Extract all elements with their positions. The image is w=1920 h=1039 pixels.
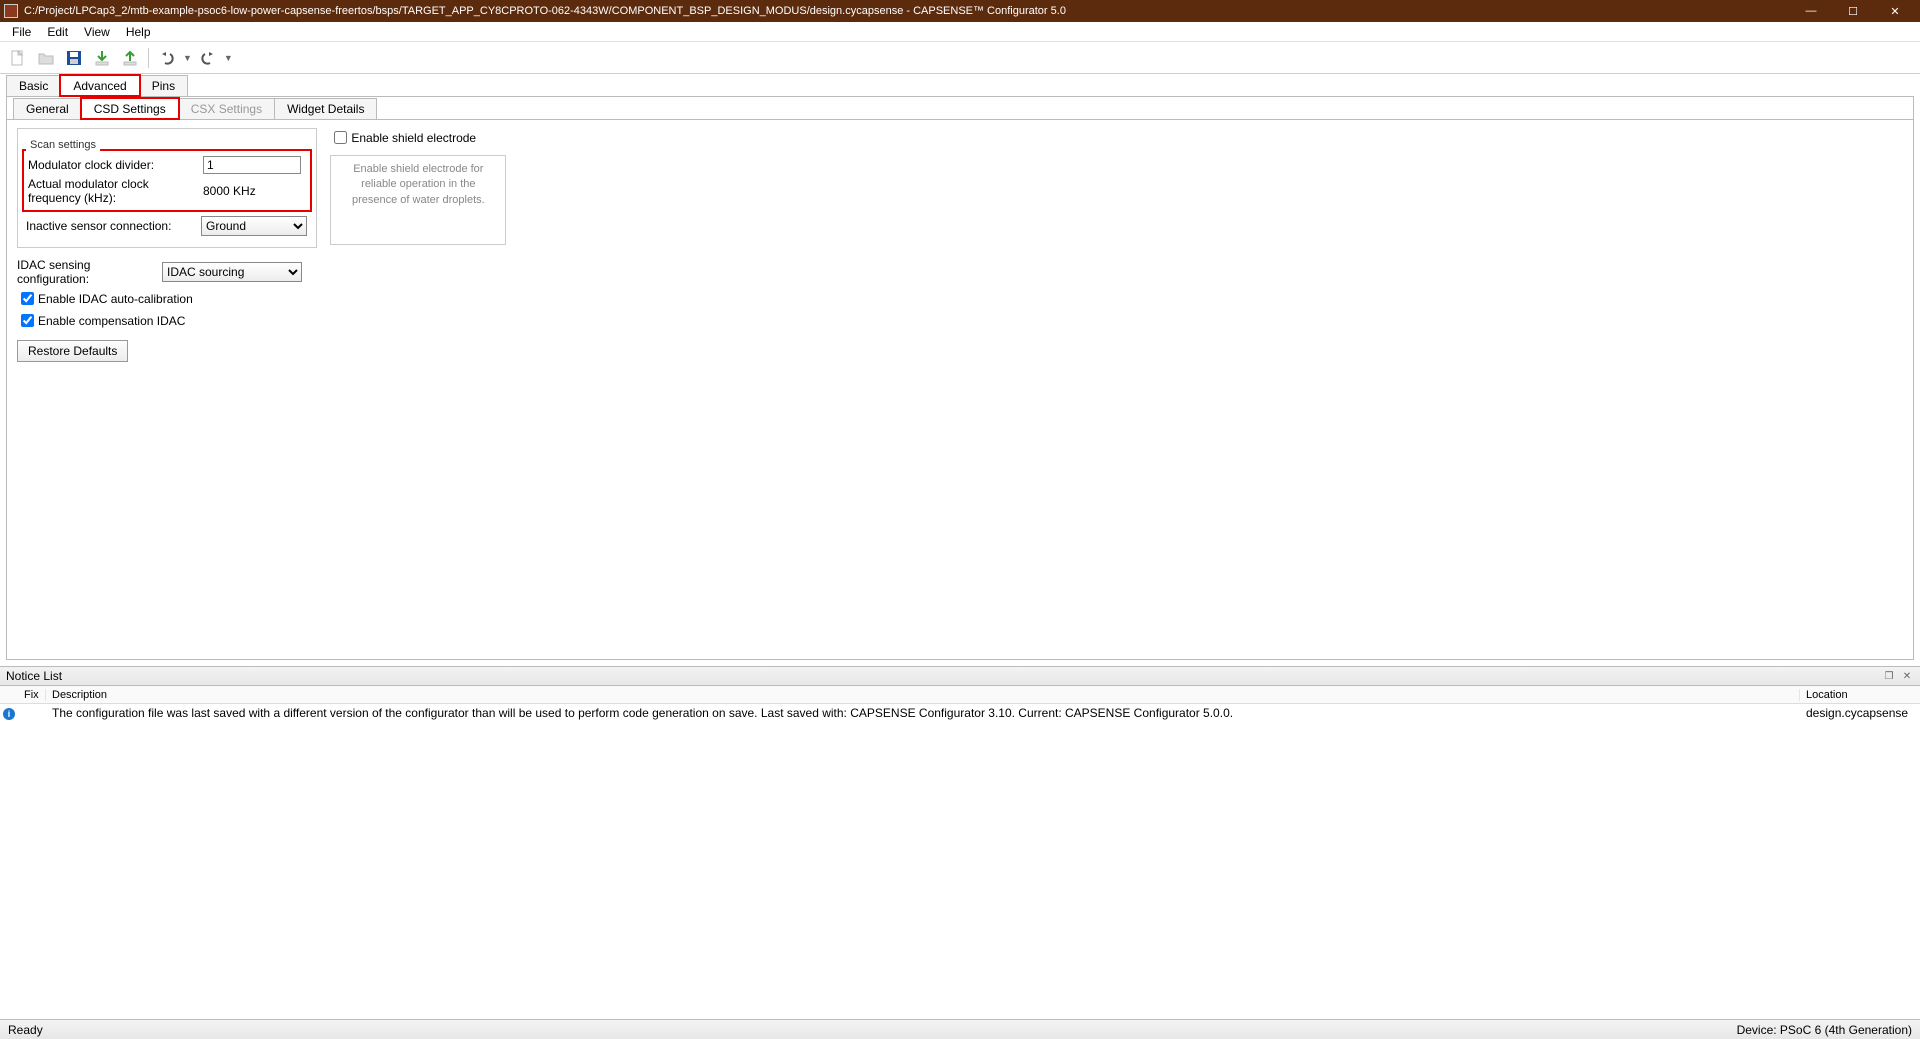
export-icon[interactable]	[118, 46, 142, 70]
open-file-icon[interactable]	[34, 46, 58, 70]
actual-mod-freq-value: 8000 KHz	[203, 184, 256, 198]
enable-shield-checkbox[interactable]	[334, 131, 347, 144]
idac-auto-calibration-label: Enable IDAC auto-calibration	[38, 292, 193, 306]
shield-description: Enable shield electrode for reliable ope…	[339, 162, 497, 208]
notice-table: Fix Description Location i The configura…	[0, 686, 1920, 806]
tab-basic[interactable]: Basic	[6, 75, 61, 96]
app-icon	[4, 4, 18, 18]
menu-help[interactable]: Help	[118, 23, 159, 41]
import-icon[interactable]	[90, 46, 114, 70]
toolbar: ▼ ▼	[0, 42, 1920, 74]
idac-sensing-label: IDAC sensing configuration:	[17, 258, 162, 286]
tab-pins[interactable]: Pins	[139, 75, 188, 96]
mod-clock-divider-input[interactable]	[203, 156, 301, 174]
menu-bar: File Edit View Help	[0, 22, 1920, 42]
sub-tabs: General CSD Settings CSX Settings Widget…	[7, 97, 1913, 119]
notice-popout-icon[interactable]: ❐	[1882, 671, 1896, 682]
idac-sensing-select[interactable]: IDAC sourcing	[162, 262, 302, 282]
notice-col-fix[interactable]: Fix	[18, 689, 46, 701]
tab-advanced[interactable]: Advanced	[60, 75, 139, 96]
mod-clock-divider-label: Modulator clock divider:	[28, 158, 203, 172]
info-icon: i	[3, 708, 15, 720]
undo-dropdown-icon[interactable]: ▼	[183, 53, 192, 63]
notice-close-icon[interactable]: ✕	[1900, 671, 1914, 682]
title-bar: C:/Project/LPCap3_2/mtb-example-psoc6-lo…	[0, 0, 1920, 22]
scan-settings-title: Scan settings	[26, 139, 100, 151]
menu-file[interactable]: File	[4, 23, 39, 41]
actual-mod-freq-label: Actual modulator clock frequency (kHz):	[28, 177, 203, 205]
maximize-button[interactable]: ☐	[1832, 0, 1874, 22]
shield-group: Enable shield electrode for reliable ope…	[330, 155, 506, 245]
window-title: C:/Project/LPCap3_2/mtb-example-psoc6-lo…	[24, 5, 1790, 17]
save-icon[interactable]	[62, 46, 86, 70]
status-bar: Ready Device: PSoC 6 (4th Generation)	[0, 1019, 1920, 1039]
redo-dropdown-icon[interactable]: ▼	[224, 53, 233, 63]
inactive-sensor-select[interactable]: Ground	[201, 216, 307, 236]
notice-description: The configuration file was last saved wi…	[46, 706, 1800, 720]
menu-edit[interactable]: Edit	[39, 23, 76, 41]
notice-row[interactable]: i The configuration file was last saved …	[0, 704, 1920, 722]
new-file-icon[interactable]	[6, 46, 30, 70]
idac-auto-calibration-checkbox[interactable]	[21, 292, 34, 305]
restore-defaults-button[interactable]: Restore Defaults	[17, 340, 128, 362]
notice-list-header: Notice List ❐ ✕	[0, 666, 1920, 686]
compensation-idac-label: Enable compensation IDAC	[38, 314, 185, 328]
highlight-box: Modulator clock divider: Actual modulato…	[22, 149, 312, 212]
tab-body: General CSD Settings CSX Settings Widget…	[6, 96, 1914, 660]
main-tabs: Basic Advanced Pins	[0, 74, 1920, 96]
scan-settings-group: Scan settings Modulator clock divider: A…	[17, 128, 317, 248]
enable-shield-label: Enable shield electrode	[351, 131, 476, 145]
subtab-general[interactable]: General	[13, 98, 82, 119]
subtab-csx-settings[interactable]: CSX Settings	[178, 98, 275, 119]
subtab-csd-settings[interactable]: CSD Settings	[81, 98, 179, 119]
csd-settings-panel: Scan settings Modulator clock divider: A…	[7, 119, 1913, 649]
minimize-button[interactable]: —	[1790, 0, 1832, 22]
status-ready: Ready	[8, 1023, 43, 1037]
subtab-widget-details[interactable]: Widget Details	[274, 98, 377, 119]
notice-col-location[interactable]: Location	[1800, 689, 1920, 701]
notice-location: design.cycapsense	[1800, 706, 1920, 720]
notice-list-title: Notice List	[6, 669, 62, 683]
status-device: Device: PSoC 6 (4th Generation)	[1737, 1023, 1912, 1037]
inactive-sensor-label: Inactive sensor connection:	[26, 219, 201, 233]
close-button[interactable]: ✕	[1874, 0, 1916, 22]
compensation-idac-checkbox[interactable]	[21, 314, 34, 327]
undo-icon[interactable]	[155, 46, 179, 70]
redo-icon[interactable]	[196, 46, 220, 70]
menu-view[interactable]: View	[76, 23, 118, 41]
notice-col-description[interactable]: Description	[46, 689, 1800, 701]
